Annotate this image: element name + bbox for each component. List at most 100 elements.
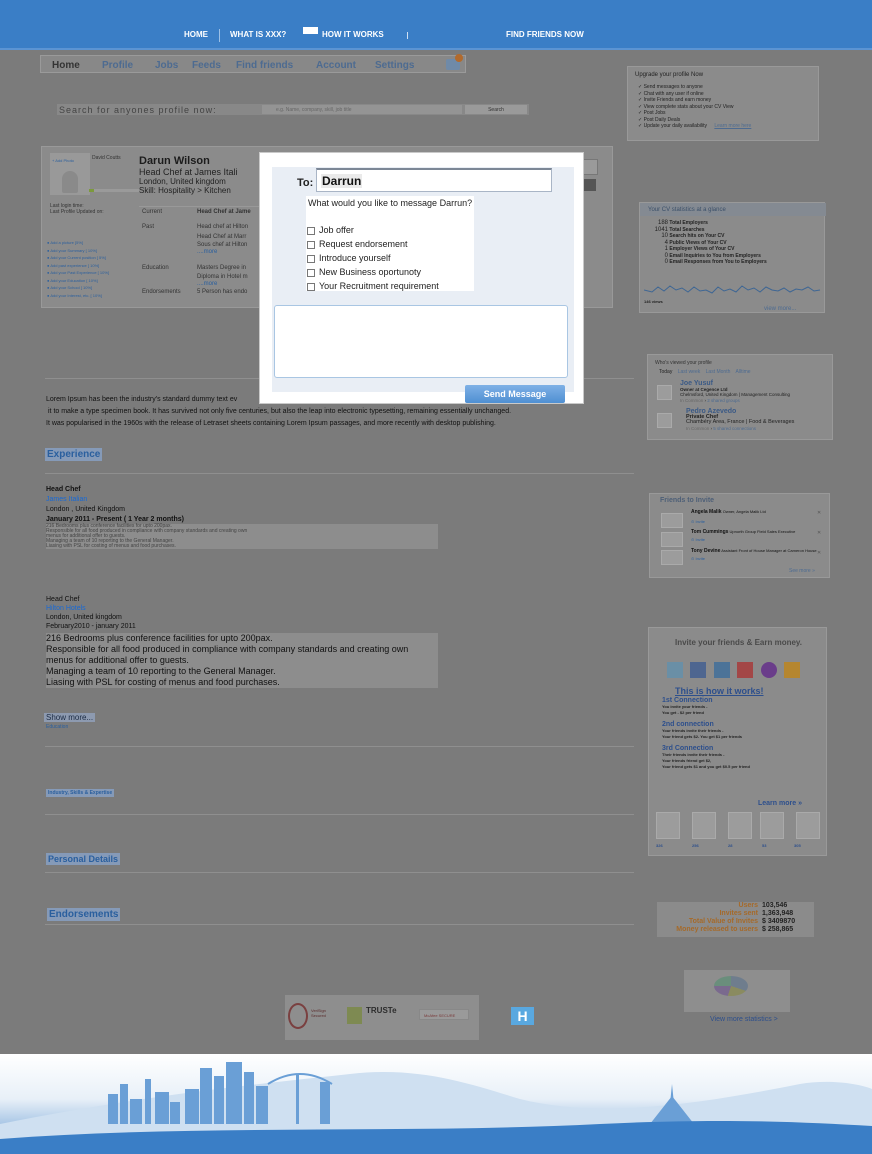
option-request-endorsement[interactable]: Request endorsement — [307, 237, 439, 251]
option-new-business[interactable]: New Business oportunoty — [307, 265, 439, 279]
profile-action-button[interactable] — [582, 179, 596, 191]
profile-headline: Darun Wilson Head Chef at James Itali Lo… — [139, 155, 264, 195]
cv-stats-more-link[interactable]: view more... — [764, 306, 796, 312]
send-message-button[interactable]: Send Message — [465, 385, 565, 403]
divider — [45, 924, 634, 925]
how-it-works-link[interactable]: This is how it works! — [675, 686, 764, 696]
facebook-icon[interactable] — [690, 662, 707, 678]
endorsements-heading: Endorsements — [47, 908, 121, 921]
divider — [45, 872, 634, 873]
filter-last-week[interactable]: Last week — [678, 369, 701, 375]
tab-jobs[interactable]: Jobs — [155, 60, 178, 71]
who-viewed-panel: Who's viewed your profile Today Last wee… — [647, 354, 833, 440]
option-job-offer[interactable]: Job offer — [307, 223, 439, 237]
footer-skyline — [0, 1054, 872, 1154]
linkedin-icon[interactable] — [713, 662, 730, 678]
h-logo-icon[interactable]: H — [511, 1007, 534, 1025]
profile-title: Head Chef at James Itali — [139, 167, 238, 177]
job-company-link[interactable]: James Italian — [46, 496, 446, 503]
tab-settings[interactable]: Settings — [375, 60, 414, 71]
earn-learn-more-link[interactable]: Learn more » — [758, 800, 802, 807]
nav-home-link[interactable]: HOME — [184, 30, 208, 39]
education-heading-clipped: Education — [46, 724, 69, 728]
viewer-avatar[interactable] — [657, 413, 672, 428]
experience-job-1: Head Chef James Italian London , United … — [46, 486, 446, 549]
profile-location: London, United kingdom — [139, 177, 226, 186]
job-location: London, United kingdom — [46, 614, 122, 621]
row-value: 5 Person has endo — [197, 289, 248, 295]
top-nav-bar: HOME WHAT IS XXX? HOW IT WORKS FIND FRIE… — [0, 0, 872, 50]
checkbox[interactable] — [307, 226, 315, 235]
completion-item[interactable]: ● Add your Past Experience [ 10%] — [47, 269, 137, 277]
completion-item[interactable]: ● Add your Summary [ 10%] — [47, 247, 137, 255]
view-button[interactable] — [582, 159, 598, 175]
completion-item[interactable]: ● Add past experience [ 10%] — [47, 262, 137, 270]
show-more-link[interactable]: Show more... — [44, 713, 96, 722]
row-label: Education — [142, 265, 169, 271]
tab-feeds[interactable]: Feeds — [192, 60, 221, 71]
verisign-check-icon — [288, 1003, 308, 1029]
avatar[interactable]: + Add Photo — [50, 153, 90, 195]
invite-button[interactable]: ⊙ Invite — [691, 519, 821, 524]
member-photo — [760, 812, 784, 839]
site-stat-row: Total Value of Invites $ 3409870 — [688, 918, 796, 925]
divider — [45, 473, 634, 474]
stats-chart-thumbnail[interactable] — [684, 970, 790, 1012]
messenger-icon[interactable] — [784, 662, 801, 678]
friends-see-more-link[interactable]: See more » — [789, 568, 815, 574]
cv-stats-panel: Your CV statistics at a glance 188 Total… — [639, 202, 826, 313]
nav-how-it-works-link[interactable]: HOW IT WORKS — [322, 30, 384, 39]
filter-last-month[interactable]: Last Month — [706, 369, 731, 375]
nav-what-is-link[interactable]: WHAT IS XXX? — [230, 30, 286, 39]
friend-avatar — [661, 550, 683, 565]
tab-find-friends[interactable]: Find friends — [236, 60, 293, 71]
completion-item[interactable]: ● Add your School [ 10%] — [47, 284, 137, 292]
friend-card: Tom Cummings Upnorth Group Field Sales E… — [691, 529, 821, 542]
cv-stats-header: Your CV statistics at a glance — [640, 203, 826, 216]
search-button[interactable]: Search — [465, 105, 527, 114]
row-value: Head chef at Hilton — [197, 224, 249, 230]
message-textarea[interactable] — [274, 305, 568, 378]
tab-account[interactable]: Account — [316, 60, 356, 71]
completion-item[interactable]: ● Add your Interest, etc. [ 10%] — [47, 292, 137, 300]
avatar-silhouette-icon — [62, 171, 78, 193]
checkbox[interactable] — [307, 268, 315, 277]
viewer-avatar[interactable] — [657, 385, 672, 400]
dismiss-icon[interactable]: ✕ — [817, 510, 821, 516]
tab-profile[interactable]: Profile — [102, 60, 133, 71]
completion-item[interactable]: ● Add a picture [5%] — [47, 239, 137, 247]
more-link[interactable]: ....more — [197, 281, 217, 287]
add-photo-link[interactable]: + Add Photo — [52, 158, 74, 163]
twitter-icon[interactable] — [667, 662, 683, 678]
completion-item[interactable]: ● Add your Current position [ 5%] — [47, 254, 137, 262]
checkbox[interactable] — [307, 240, 315, 249]
gmail-icon[interactable] — [737, 662, 754, 678]
option-list: Job offer Request endorsement Introduce … — [307, 223, 439, 293]
checkbox[interactable] — [307, 282, 315, 291]
completion-item[interactable]: ● Add your Education [ 10%] — [47, 277, 137, 285]
tab-home[interactable]: Home — [52, 60, 80, 71]
upgrade-learn-more-link[interactable]: Learn more here — [714, 123, 751, 129]
invite-button[interactable]: ⊙ Invite — [691, 537, 821, 542]
cv-views-sparkline — [644, 285, 821, 294]
row-label: Past — [142, 224, 155, 230]
avatar-caption: David Coutts — [92, 155, 121, 161]
job-dates: February2010 - january 2011 — [46, 623, 136, 630]
filter-today[interactable]: Today — [659, 369, 672, 375]
search-label: Search for anyones profile now: — [59, 105, 217, 115]
dismiss-icon[interactable]: ✕ — [817, 530, 821, 536]
city-skyline-icon — [0, 1062, 872, 1154]
more-link[interactable]: ....more — [197, 249, 217, 255]
option-introduce-yourself[interactable]: Introduce yourself — [307, 251, 439, 265]
filter-alltime[interactable]: Alltime — [736, 369, 751, 375]
view-more-stats-link[interactable]: View more statistics > — [710, 1016, 778, 1023]
invite-button[interactable]: ⊙ Invite — [691, 556, 821, 561]
search-input[interactable]: e.g. Name, company, skill, job title — [262, 105, 462, 114]
option-recruitment[interactable]: Your Recruitment requirement — [307, 279, 439, 293]
dismiss-icon[interactable]: ✕ — [817, 550, 821, 556]
to-recipient-input[interactable]: Darrun — [316, 168, 552, 192]
nav-find-friends-link[interactable]: FIND FRIENDS NOW — [506, 30, 584, 39]
checkbox[interactable] — [307, 254, 315, 263]
job-company-link[interactable]: Hilton Hotels — [46, 605, 446, 612]
yahoo-icon[interactable] — [760, 662, 777, 678]
